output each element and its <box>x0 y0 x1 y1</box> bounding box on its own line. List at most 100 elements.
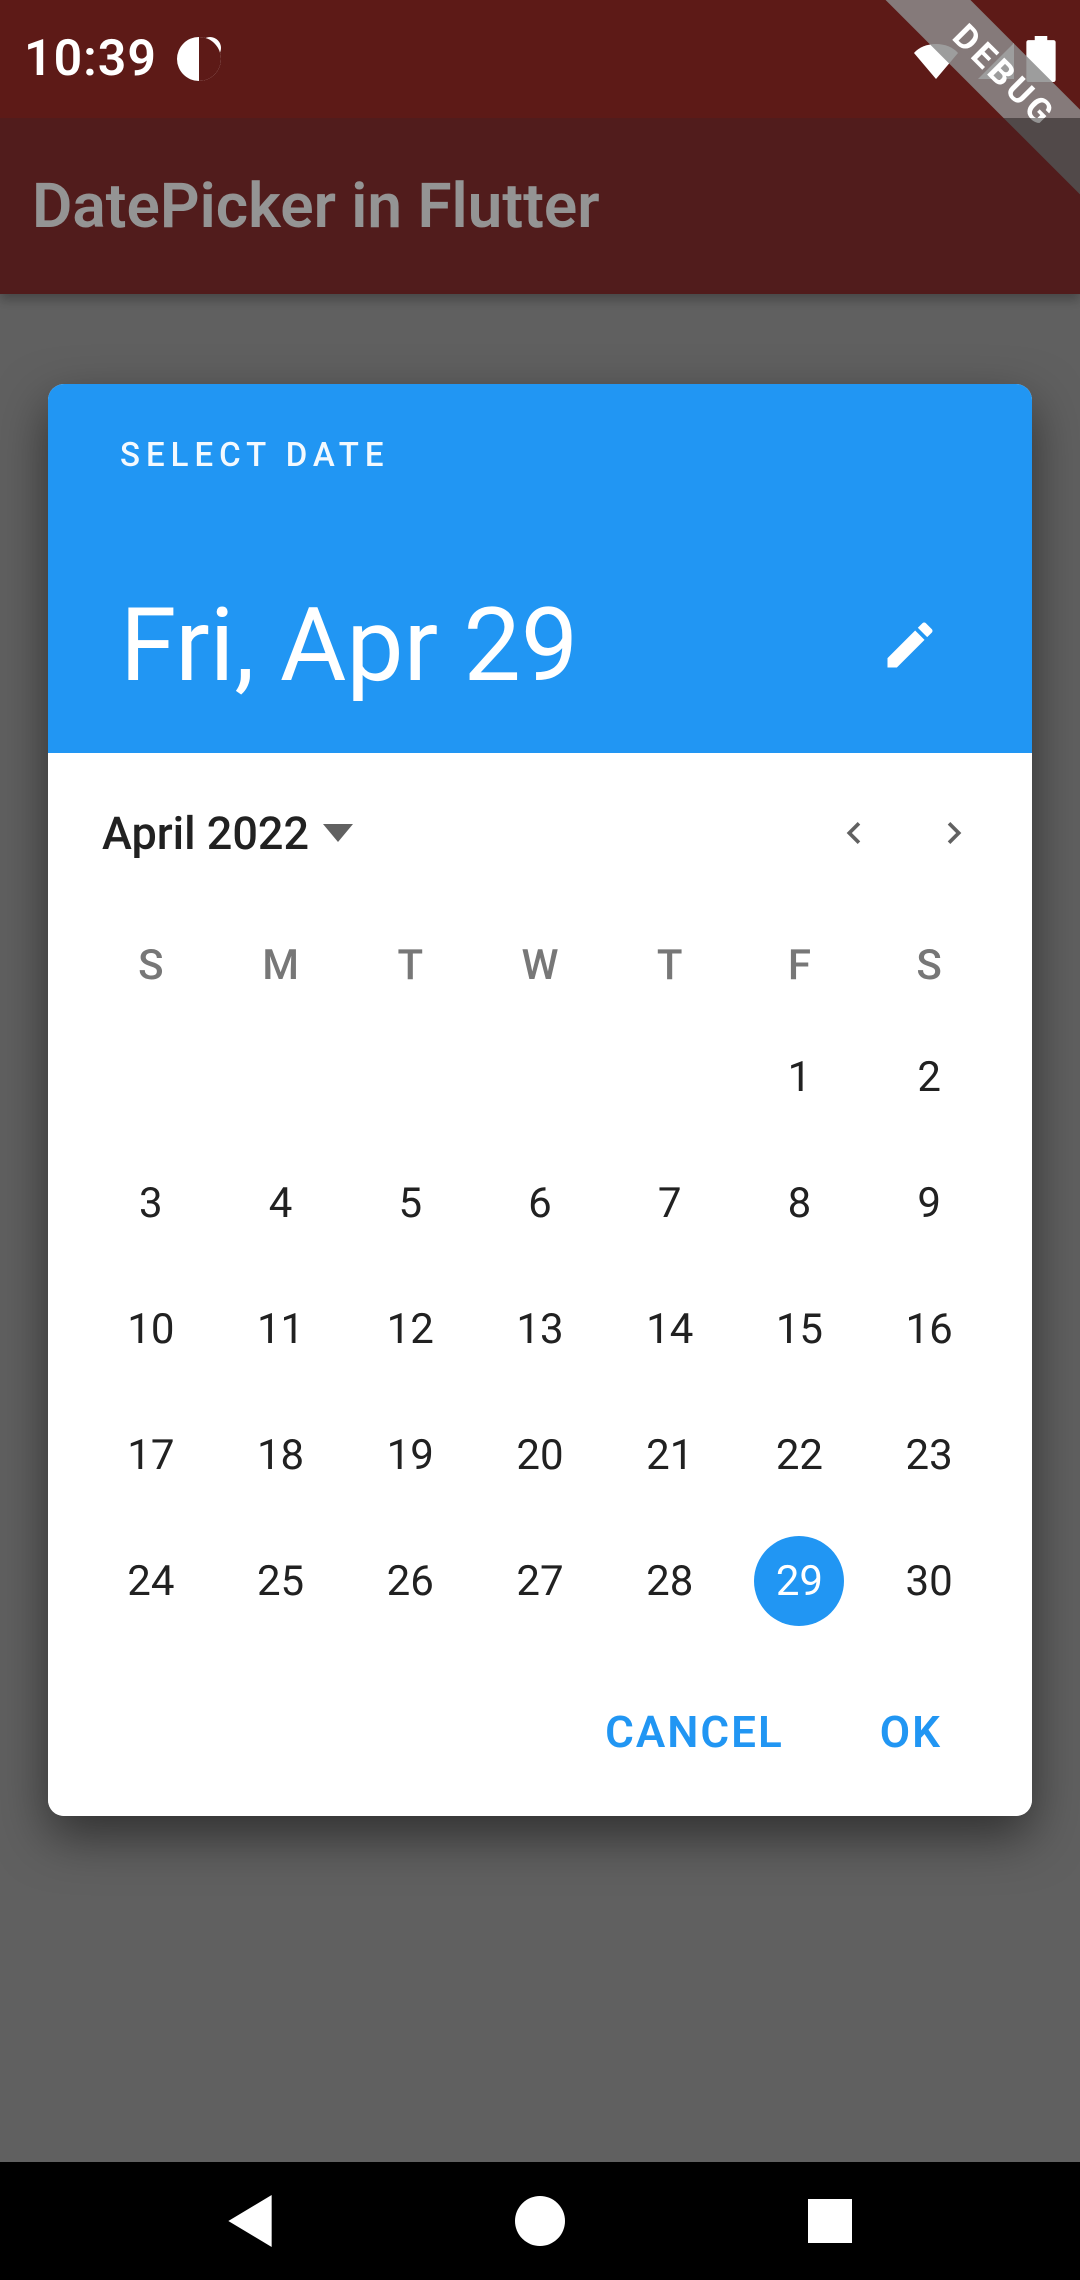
android-nav-bar <box>0 2162 1080 2280</box>
month-row: April 2022 <box>76 777 1004 889</box>
calendar-day-number: 17 <box>106 1410 196 1500</box>
calendar-day-number: 13 <box>495 1284 585 1374</box>
calendar-day-empty <box>475 1014 605 1140</box>
calendar-day-empty <box>345 1014 475 1140</box>
selected-date-text: Fri, Apr 29 <box>120 585 578 705</box>
month-year-dropdown[interactable]: April 2022 <box>90 797 365 870</box>
calendar-day-10[interactable]: 10 <box>86 1266 216 1392</box>
calendar-week-row: 17 18 192021 22 23 <box>86 1392 994 1518</box>
calendar-day-number: 3 <box>106 1158 196 1248</box>
chevron-left-icon <box>832 811 876 855</box>
calendar-day-11[interactable]: 11 <box>216 1266 346 1392</box>
calendar-grid: S M T W T F S 12345678910111213141516171… <box>76 919 1004 1644</box>
calendar-day-number: 16 <box>884 1284 974 1374</box>
calendar-day-18[interactable]: 18 <box>216 1392 346 1518</box>
calendar-day-12[interactable]: 12 <box>345 1266 475 1392</box>
date-picker-body: April 2022 S M T W T <box>48 753 1032 1816</box>
date-picker-header: SELECT DATE Fri, Apr 29 <box>48 384 1032 753</box>
phone-frame: 10:39 DatePicker in Flutter DEBUG SELECT… <box>0 0 1080 2280</box>
calendar-day-number: 26 <box>365 1536 455 1626</box>
calendar-day-number: 15 <box>754 1284 844 1374</box>
calendar-week-row: 3456789 <box>86 1140 994 1266</box>
calendar-day-4[interactable]: 4 <box>216 1140 346 1266</box>
cancel-button[interactable]: CANCEL <box>587 1696 802 1768</box>
calendar-day-number: 8 <box>754 1158 844 1248</box>
dow-header: S <box>864 919 994 1014</box>
month-year-label: April 2022 <box>102 807 309 860</box>
dow-header: T <box>345 919 475 1014</box>
back-triangle-icon <box>227 2195 273 2247</box>
calendar-day-number: 18 <box>236 1410 326 1500</box>
calendar-day-number: 5 <box>365 1158 455 1248</box>
calendar-day-13[interactable]: 13 <box>475 1266 605 1392</box>
calendar-day-29[interactable]: 29 <box>735 1518 865 1644</box>
status-bar: 10:39 <box>0 0 1080 118</box>
calendar-day-15[interactable]: 15 <box>735 1266 865 1392</box>
battery-icon <box>1026 36 1056 82</box>
ok-button[interactable]: OK <box>862 1696 960 1768</box>
calendar-day-1[interactable]: 1 <box>735 1014 865 1140</box>
calendar-day-28[interactable]: 28 <box>605 1518 735 1644</box>
calendar-day-14[interactable]: 14 <box>605 1266 735 1392</box>
calendar-day-empty <box>86 1014 216 1140</box>
calendar-day-number: 21 <box>625 1410 715 1500</box>
nav-recent-button[interactable] <box>790 2181 870 2261</box>
calendar-day-3[interactable]: 3 <box>86 1140 216 1266</box>
calendar-day-2[interactable]: 2 <box>864 1014 994 1140</box>
calendar-day-number: 4 <box>236 1158 326 1248</box>
calendar-day-number: 29 <box>754 1536 844 1626</box>
dropdown-triangle-icon <box>323 823 353 843</box>
calendar-day-22[interactable]: 22 <box>735 1392 865 1518</box>
next-month-button[interactable] <box>904 783 1004 883</box>
calendar-day-21[interactable]: 21 <box>605 1392 735 1518</box>
edit-date-button[interactable] <box>860 595 960 695</box>
calendar-day-24[interactable]: 24 <box>86 1518 216 1644</box>
calendar-week-row: 24 25 26 27 28 29 30 <box>86 1518 994 1644</box>
calendar-day-number: 24 <box>106 1536 196 1626</box>
calendar-day-number: 22 <box>754 1410 844 1500</box>
calendar-day-number: 23 <box>884 1410 974 1500</box>
calendar-day-9[interactable]: 9 <box>864 1140 994 1266</box>
day-of-week-row: S M T W T F S <box>86 919 994 1014</box>
calendar-day-26[interactable]: 26 <box>345 1518 475 1644</box>
nav-back-button[interactable] <box>210 2181 290 2261</box>
calendar-day-number: 27 <box>495 1536 585 1626</box>
calendar-day-30[interactable]: 30 <box>864 1518 994 1644</box>
pencil-icon <box>880 615 940 675</box>
calendar-day-16[interactable]: 16 <box>864 1266 994 1392</box>
calendar-day-6[interactable]: 6 <box>475 1140 605 1266</box>
calendar-day-number: 19 <box>365 1410 455 1500</box>
calendar-day-number: 11 <box>236 1284 326 1374</box>
calendar-day-7[interactable]: 7 <box>605 1140 735 1266</box>
calendar-day-23[interactable]: 23 <box>864 1392 994 1518</box>
dow-header: T <box>605 919 735 1014</box>
calendar-day-17[interactable]: 17 <box>86 1392 216 1518</box>
chevron-right-icon <box>932 811 976 855</box>
calendar-day-19[interactable]: 19 <box>345 1392 475 1518</box>
calendar-day-25[interactable]: 25 <box>216 1518 346 1644</box>
calendar-day-number: 6 <box>495 1158 585 1248</box>
status-right <box>910 36 1056 82</box>
dow-header: M <box>216 919 346 1014</box>
calendar-day-empty <box>605 1014 735 1140</box>
calendar-day-number: 2 <box>884 1032 974 1122</box>
calendar-day-number: 30 <box>884 1536 974 1626</box>
dow-header: W <box>475 919 605 1014</box>
status-time: 10:39 <box>24 30 157 88</box>
calendar-day-number: 25 <box>236 1536 326 1626</box>
dow-header: F <box>735 919 865 1014</box>
calendar-day-20[interactable]: 20 <box>475 1392 605 1518</box>
calendar-day-5[interactable]: 5 <box>345 1140 475 1266</box>
calendar-day-8[interactable]: 8 <box>735 1140 865 1266</box>
home-circle-icon <box>515 2196 565 2246</box>
nav-home-button[interactable] <box>500 2181 580 2261</box>
calendar-day-27[interactable]: 27 <box>475 1518 605 1644</box>
calendar-week-row: 12 <box>86 1014 994 1140</box>
calendar-day-number: 7 <box>625 1158 715 1248</box>
calendar-day-number: 1 <box>754 1032 844 1122</box>
calendar-day-number: 28 <box>625 1536 715 1626</box>
calendar-day-number: 10 <box>106 1284 196 1374</box>
select-date-label: SELECT DATE <box>120 436 960 475</box>
selected-date-row: Fri, Apr 29 <box>120 585 960 705</box>
previous-month-button[interactable] <box>804 783 904 883</box>
